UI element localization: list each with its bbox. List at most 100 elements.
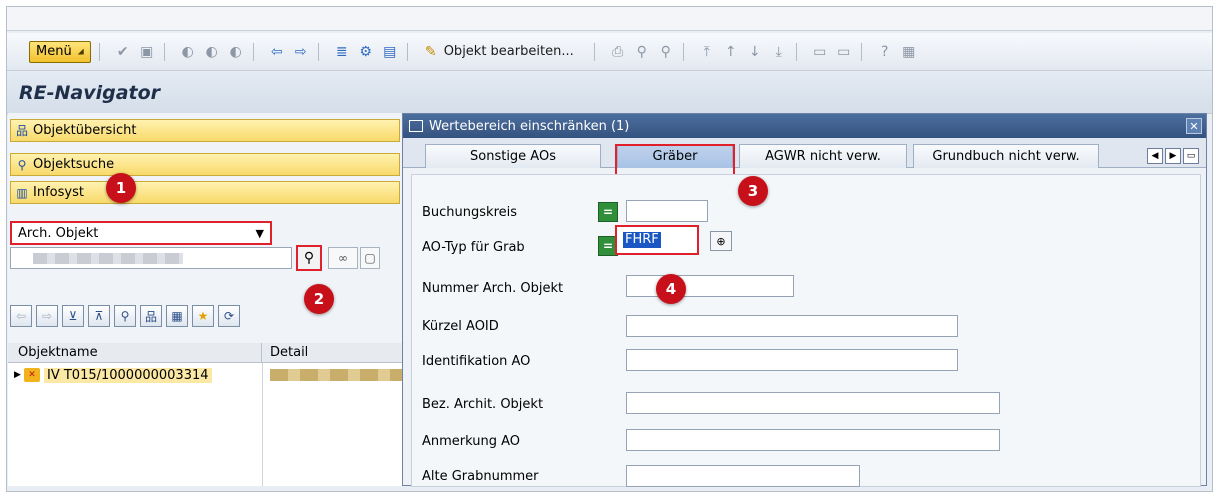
document-icon: ▢	[364, 251, 376, 265]
field-label: Anmerkung AO	[422, 434, 521, 449]
close-button[interactable]: ✕	[1186, 118, 1202, 134]
tab-sonstige-aos[interactable]: Sonstige AOs	[425, 144, 601, 168]
column-header[interactable]: Objektname	[8, 343, 262, 362]
nav-infosystem[interactable]: ▥ Infosyst	[10, 181, 400, 204]
navigator-panel: 品 Objektübersicht ⚲ Objektsuche ▥ Infosy…	[8, 113, 404, 486]
find-icon[interactable]: ⚲	[633, 43, 651, 61]
help-icon[interactable]: ?	[876, 43, 894, 61]
ao-typ-input[interactable]: FHRF	[615, 225, 699, 255]
identifikation-input[interactable]	[626, 349, 958, 371]
field-label: AO-Typ für Grab	[422, 240, 525, 255]
bezeichnung-input[interactable]	[626, 392, 1000, 414]
edit-object-button[interactable]: Objekt bearbeiten...	[444, 44, 574, 59]
kuerzel-input[interactable]	[626, 315, 958, 337]
redacted-text	[33, 253, 183, 264]
link-button[interactable]: ∞	[328, 247, 358, 269]
edit-object-icon[interactable]: ✎	[422, 43, 440, 61]
grid-icon[interactable]: ▦	[166, 305, 188, 327]
menu-button-label: Menü	[36, 44, 72, 59]
layout-icon[interactable]: ▤	[381, 43, 399, 61]
hierarchy-icon: 品	[15, 124, 28, 138]
next-page-icon[interactable]: ↓	[746, 43, 764, 61]
arrow-right-icon[interactable]: ⇨	[36, 305, 58, 327]
redacted-detail	[270, 369, 404, 381]
tree-list-icon[interactable]: ≣	[333, 43, 351, 61]
tab-label: AGWR nicht verw.	[765, 149, 881, 164]
title-bar: RE-Navigator	[7, 72, 1212, 114]
hierarchy-icon[interactable]: 品	[140, 305, 162, 327]
new-session-icon[interactable]: ▭	[811, 43, 829, 61]
multiple-selection-button[interactable]: ⊕	[710, 231, 732, 251]
page-title: RE-Navigator	[19, 81, 161, 104]
check-icon[interactable]: ✔	[114, 43, 132, 61]
table-row[interactable]: ▶ ✕ IV T015/1000000003314	[8, 365, 404, 385]
find-icon[interactable]: ⚲	[114, 305, 136, 327]
buchungskreis-input[interactable]	[626, 200, 708, 222]
step-marker-1: 1	[106, 173, 136, 203]
tab-list[interactable]: ▭	[1183, 148, 1199, 164]
restrict-values-dialog: Wertebereich einschränken (1) ✕ Sonstige…	[402, 113, 1207, 487]
menu-button[interactable]: Menü	[29, 40, 91, 63]
tab-scroll-left[interactable]: ◀	[1147, 148, 1163, 164]
toolbar-separator	[252, 42, 254, 61]
chevron-down-icon: ▼	[255, 226, 264, 240]
multiple-selection-icon: ⊕	[716, 234, 726, 248]
tab-agwr[interactable]: AGWR nicht verw.	[739, 144, 907, 168]
search-button[interactable]: ⚲	[296, 245, 322, 271]
step-marker-4: 4	[656, 274, 686, 304]
nummer-input[interactable]	[626, 275, 794, 297]
nav-objektsuche[interactable]: ⚲ Objektsuche	[10, 153, 400, 176]
settings-icon[interactable]: ⚙	[357, 43, 375, 61]
document-button[interactable]: ▢	[360, 247, 380, 269]
tab-strip: Sonstige AOs Gräber AGWR nicht verw. Gru…	[403, 138, 1206, 168]
refresh-icon[interactable]: ⟳	[218, 305, 240, 327]
ao-typ-value: FHRF	[623, 232, 661, 248]
object-type-select[interactable]: Arch. Objekt ▼	[10, 221, 272, 245]
tab-grundbuch[interactable]: Grundbuch nicht verw.	[913, 144, 1099, 168]
toolbar-separator	[317, 42, 319, 61]
customize-icon[interactable]: ▦	[900, 43, 918, 61]
object-search-input[interactable]	[10, 247, 292, 269]
save-icon[interactable]: ▣	[138, 43, 156, 61]
window-top-strip	[7, 7, 1212, 31]
arrow-left-icon[interactable]: ⇦	[10, 305, 32, 327]
find-next-icon[interactable]: ⚲	[657, 43, 675, 61]
equals-option-button[interactable]: =	[598, 202, 618, 222]
first-page-icon[interactable]: ⤒	[698, 43, 716, 61]
expand-icon[interactable]: ▶	[14, 370, 24, 380]
nav-objektuebersicht[interactable]: 品 Objektübersicht	[10, 119, 400, 142]
collapse-all-icon[interactable]: ⊼	[88, 305, 110, 327]
toolbar-separator	[163, 42, 165, 61]
anmerkung-input[interactable]	[626, 429, 1000, 451]
print-icon[interactable]: ⎙	[609, 43, 627, 61]
alte-grabnummer-input[interactable]	[626, 465, 860, 487]
field-label: Buchungskreis	[422, 205, 518, 220]
field-label: Identifikation AO	[422, 354, 531, 369]
expand-all-icon[interactable]: ⊻	[62, 305, 84, 327]
chevron-left-icon: ◀	[1151, 151, 1159, 161]
previous-page-icon[interactable]: ↑	[722, 43, 740, 61]
link-icon: ∞	[338, 251, 348, 265]
toolbar-separator	[406, 42, 408, 61]
exit-icon[interactable]: ◐	[203, 43, 221, 61]
shortcut-icon[interactable]: ▭	[835, 43, 853, 61]
toolbar-separator	[682, 42, 684, 61]
last-page-icon[interactable]: ⤓	[770, 43, 788, 61]
dialog-body: Buchungskreis = AO-Typ für Grab = Nummer…	[411, 174, 1201, 487]
field-label: Kürzel AOID	[422, 319, 499, 334]
binoculars-icon: ⚲	[303, 250, 315, 266]
step-marker-2: 2	[304, 284, 334, 314]
dialog-title-bar: Wertebereich einschränken (1)	[403, 114, 1206, 138]
arrow-left-icon[interactable]: ⇦	[268, 43, 286, 61]
arrow-right-icon[interactable]: ⇨	[292, 43, 310, 61]
tab-scroll-right[interactable]: ▶	[1165, 148, 1181, 164]
binoculars-icon: ⚲	[17, 157, 27, 172]
nav-label: Infosyst	[33, 185, 84, 200]
star-icon[interactable]: ★	[192, 305, 214, 327]
back-icon[interactable]: ◐	[179, 43, 197, 61]
object-type-value: Arch. Objekt	[18, 225, 99, 241]
toolbar-separator	[860, 42, 862, 61]
toolbar-separator	[593, 42, 595, 61]
cancel-icon[interactable]: ◐	[227, 43, 245, 61]
column-header[interactable]: Detail	[262, 343, 308, 362]
